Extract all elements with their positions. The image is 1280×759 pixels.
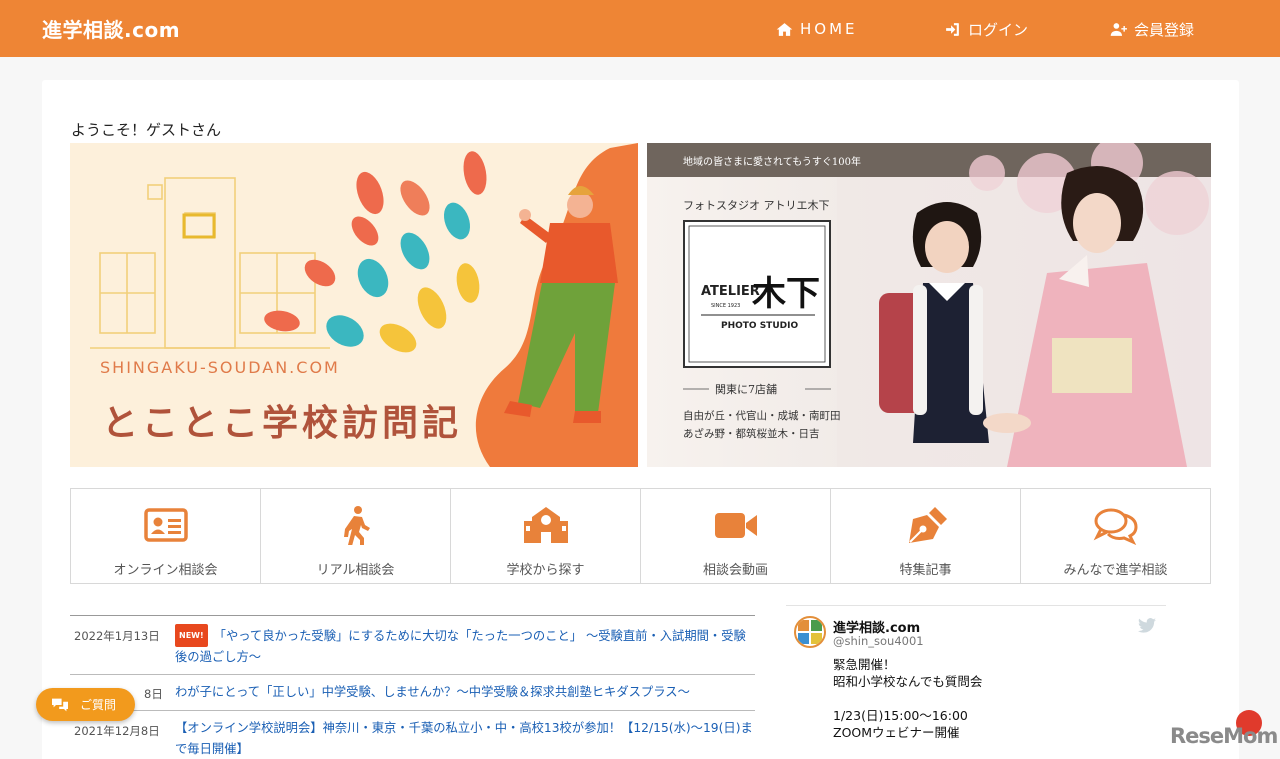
chat-bubbles-icon <box>52 698 68 711</box>
news-list: 2022年1月13日 NEW! 「やって良かった受験」にするために大切な「たった一… <box>70 615 755 759</box>
nav-register-label: 会員登録 <box>1134 20 1195 39</box>
school-icon <box>523 507 568 543</box>
school-visit-banner[interactable]: SHINGAKU-SOUDAN.COM とことこ学校訪問記 <box>70 143 638 467</box>
avatar-logo-icon <box>798 620 822 644</box>
news-date: 8日 <box>144 687 163 701</box>
sign-in-icon <box>946 22 959 36</box>
news-title-text: 「やって良かった受験」にするために大切な「たった一つのこと」 〜受験直前・入試期… <box>175 629 746 664</box>
nav-register-link[interactable]: 会員登録 <box>1110 18 1194 40</box>
studio-name: フォトスタジオ アトリエ木下 <box>683 199 830 212</box>
twitter-avatar[interactable] <box>794 616 826 648</box>
home-icon <box>776 22 793 36</box>
news-title-link[interactable]: NEW! 「やって良かった受験」にするために大切な「たった一つのこと」 〜受験直前… <box>175 624 755 668</box>
banner-site-text: SHINGAKU-SOUDAN.COM <box>100 358 340 377</box>
news-title-link[interactable]: 【オンライン学校説明会】神奈川・東京・千葉の私立小・中・高校13校が参加！【12… <box>175 718 755 759</box>
site-logo[interactable]: 進学相談.com <box>42 14 180 43</box>
studio-stores-line1: 自由が丘・代官山・成城・南町田 <box>683 409 841 422</box>
photo-studio-ad-illustration: 地域の皆さまに愛されてもうすぐ100年 フォトスタジオ アトリエ木下 ATELI… <box>647 143 1211 467</box>
studio-logo-sub: PHOTO STUDIO <box>721 321 798 331</box>
news-item: 2021年12月8日 【オンライン学校説明会】神奈川・東京・千葉の私立小・中・高… <box>70 711 755 759</box>
resemom-watermark: ReseMom <box>1170 724 1278 748</box>
twitter-bird-icon[interactable] <box>1138 618 1156 633</box>
category-feature-articles[interactable]: 特集記事 <box>831 489 1021 583</box>
category-menu: オンライン相談会 リアル相談会 学校から探す 相談会動画 特集記事 みんなで進学… <box>70 488 1211 584</box>
user-plus-icon <box>1110 22 1127 36</box>
welcome-message: ようこそ！ゲストさん <box>71 121 222 139</box>
news-title-link[interactable]: わが子にとって「正しい」中学受験、しませんか？〜中学受験＆探求共創塾ヒキダスプラ… <box>175 682 755 703</box>
comments-icon <box>1093 508 1138 545</box>
category-label: 学校から探す <box>506 563 585 578</box>
studio-stores-line2: あざみ野・都筑桜並木・日吉 <box>683 427 820 440</box>
new-badge: NEW! <box>175 624 208 647</box>
category-label: みんなで進学相談 <box>1063 563 1168 578</box>
category-consultation-videos[interactable]: 相談会動画 <box>641 489 831 583</box>
photo-studio-ad-banner[interactable]: 地域の皆さまに愛されてもうすぐ100年 フォトスタジオ アトリエ木下 ATELI… <box>647 143 1211 467</box>
studio-logo-word: ATELIER <box>701 284 760 299</box>
nav-login-link[interactable]: ログイン <box>944 18 1028 40</box>
twitter-timeline-embed: 進学相談.com @shin_sou4001 緊急開催！ 昭和小学校なんでも質問… <box>786 605 1166 759</box>
banner-title-text: とことこ学校訪問記 <box>102 402 462 444</box>
school-visit-illustration: SHINGAKU-SOUDAN.COM とことこ学校訪問記 <box>90 143 638 467</box>
nav-home-label: HOME <box>800 20 858 38</box>
studio-tagline: 地域の皆さまに愛されてもうすぐ100年 <box>683 155 861 168</box>
nav-login-label: ログイン <box>968 20 1029 39</box>
twitter-handle[interactable]: @shin_sou4001 <box>833 634 924 648</box>
question-chat-button[interactable]: ご質問 <box>36 688 135 721</box>
nav-home-link[interactable]: HOME <box>776 18 858 40</box>
id-card-icon <box>143 508 188 542</box>
walking-icon <box>343 506 370 545</box>
question-button-label: ご質問 <box>80 698 117 712</box>
category-search-schools[interactable]: 学校から探す <box>451 489 641 583</box>
pen-nib-icon <box>908 507 947 543</box>
category-label: リアル相談会 <box>316 563 395 578</box>
tweet-text-line: 昭和小学校なんでも質問会 <box>833 674 983 689</box>
top-navbar: 進学相談.com HOME ログイン 会員登録 <box>0 0 1280 57</box>
category-label: オンライン相談会 <box>113 563 218 578</box>
category-real-consultation[interactable]: リアル相談会 <box>261 489 451 583</box>
tweet-text-line: ZOOMウェビナー開催 <box>833 725 960 740</box>
studio-logo-since: SINCE 1923 <box>711 303 740 309</box>
news-date: 2022年1月13日 <box>74 629 160 643</box>
video-icon <box>714 513 757 538</box>
category-community-consultation[interactable]: みんなで進学相談 <box>1021 489 1210 583</box>
news-date: 2021年12月8日 <box>74 724 160 738</box>
category-label: 特集記事 <box>899 563 952 578</box>
category-online-consultation[interactable]: オンライン相談会 <box>71 489 261 583</box>
studio-logo-kanji: 木下 <box>751 274 820 314</box>
news-item: 8日 わが子にとって「正しい」中学受験、しませんか？〜中学受験＆探求共創塾ヒキダ… <box>70 675 755 711</box>
studio-stores-heading: 関東に7店舗 <box>715 382 777 396</box>
category-label: 相談会動画 <box>702 563 768 578</box>
news-item: 2022年1月13日 NEW! 「やって良かった受験」にするために大切な「たった一… <box>70 616 755 675</box>
